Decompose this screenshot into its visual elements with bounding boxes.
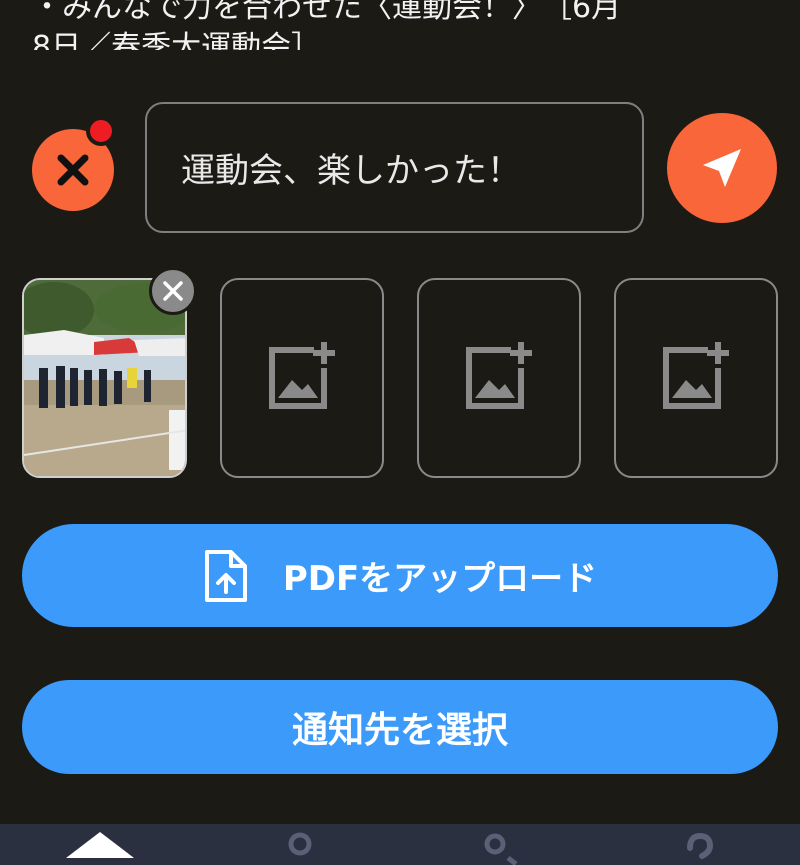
nav-person[interactable]	[200, 824, 400, 865]
select-recipients-label: 通知先を選択	[291, 710, 508, 751]
add-photo-slot[interactable]	[220, 278, 384, 478]
people-icon	[484, 833, 518, 865]
add-photo-icon	[466, 342, 532, 409]
help-icon	[687, 832, 714, 859]
close-icon	[57, 154, 89, 186]
bottom-nav	[0, 824, 800, 865]
close-icon	[163, 281, 183, 301]
notification-dot	[86, 116, 116, 146]
message-input[interactable]	[145, 102, 644, 233]
add-photo-slot[interactable]	[614, 278, 778, 478]
post-title: ・みんなで力を合わせた〈運動会！〉 ［6月 8日／春季大運動会］	[32, 0, 622, 50]
pdf-upload-button[interactable]: PDFをアップロード	[22, 524, 778, 627]
file-upload-icon	[203, 549, 249, 602]
nav-help[interactable]	[600, 824, 800, 865]
select-recipients-button[interactable]: 通知先を選択	[22, 680, 778, 774]
pdf-upload-label: PDFをアップロード	[282, 559, 598, 599]
send-button[interactable]	[667, 113, 777, 223]
home-icon	[66, 832, 134, 858]
remove-photo-button[interactable]	[149, 267, 197, 315]
paper-plane-icon	[703, 149, 741, 187]
add-photo-slot[interactable]	[417, 278, 581, 478]
person-icon	[288, 832, 312, 856]
nav-people[interactable]	[400, 824, 600, 865]
add-photo-icon	[663, 342, 729, 409]
nav-home[interactable]	[0, 824, 200, 865]
add-photo-icon	[269, 342, 335, 409]
